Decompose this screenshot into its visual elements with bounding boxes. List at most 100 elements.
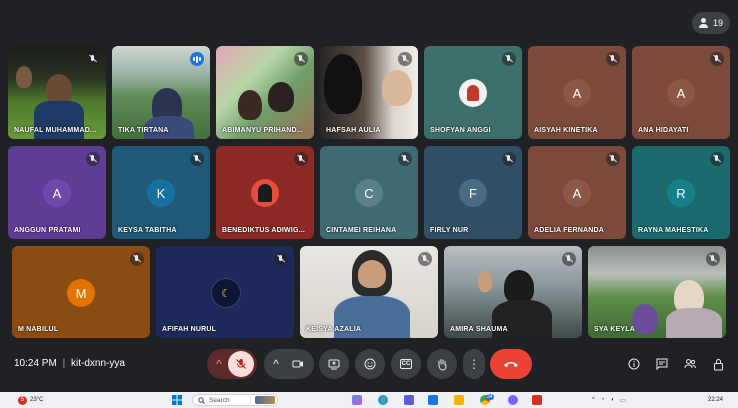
taskbar-search-box[interactable]: Search [192,394,278,406]
windows-icon [172,395,182,405]
participant-tile[interactable]: A AISYAH KINETIKA [528,46,626,139]
participant-letter-avatar: A [43,179,71,207]
profile-photo [258,184,272,202]
participant-name: ANGGUN PRATAMI [14,227,81,234]
participant-tile[interactable]: SHOFYAN ANGGI [424,46,522,139]
video-options-button[interactable]: ^ [267,358,285,370]
participant-letter-avatar: A [667,79,695,107]
mic-off-icon [294,52,308,66]
search-placeholder: Search [209,396,230,404]
separator: | [62,358,66,369]
mail-app-icon[interactable] [428,395,438,405]
participant-name: ADELIA FERNANDA [534,227,605,234]
mic-off-icon [86,152,100,166]
mic-off-icon [502,152,516,166]
participant-name: M NABILUL [18,326,59,333]
participant-hand [16,66,32,88]
participant-tile[interactable]: K KEYSA TABITHA [112,146,210,239]
participant-letter-avatar: M [67,279,95,307]
battery-icon: ▭ [620,397,626,404]
mic-off-icon [130,252,144,266]
audio-options-button[interactable]: ^ [210,358,228,370]
volume-icon: ◖ [610,397,615,403]
meeting-info-button[interactable] [626,356,642,372]
weather-widget[interactable]: 5 23°C [18,395,43,405]
people-icon [684,359,696,369]
participant-name: AFIFAH NURUL [162,326,217,333]
browser-app-icon[interactable] [378,395,388,405]
weather-badge: 5 [18,395,27,405]
participant-count: 19 [712,18,723,28]
present-button[interactable] [319,349,349,379]
participant-letter-avatar: A [563,79,591,107]
avatar-letter: K [156,185,166,201]
participant-tile-active-speaker[interactable]: TIKA TIRTANA [112,46,210,139]
mic-off-icon [606,152,620,166]
participant-tile[interactable]: HAFSAH AULIA [320,46,418,139]
copilot-app-icon[interactable] [352,395,362,405]
system-tray[interactable]: ^ ◔ ◖ ▭ [592,395,626,405]
participant-tile[interactable]: NAUFAL MUHAMMAD... [8,46,106,139]
participant-tile[interactable]: A ANA HIDAYATI [632,46,730,139]
participant-tile[interactable]: ABIMANYU PRIHAND... [216,46,314,139]
participant-name: KEYSA TABITHA [118,227,177,234]
participant-tile[interactable]: A ADELIA FERNANDA [528,146,626,239]
participant-tile[interactable]: KEISYA AZALIA [300,246,438,338]
more-options-button[interactable]: ⋮ [463,349,485,379]
speaking-indicator-icon [190,52,204,66]
chevron-up-icon: ^ [592,397,595,403]
participant-count-button[interactable]: 19 [692,12,730,34]
meeting-code: kit-dxnn-yya [70,358,125,369]
participant-name: NAUFAL MUHAMMAD... [14,127,97,134]
participant-tile[interactable]: R RAYNA MAHESTIKA [632,146,730,239]
end-call-icon [504,362,518,367]
weather-temperature: 23°C [30,397,44,403]
host-controls-button[interactable] [710,356,726,372]
mic-off-icon [274,252,288,266]
participant-tile[interactable]: A ANGGUN PRATAMI [8,146,106,239]
mic-toggle-button[interactable] [228,351,254,377]
people-button[interactable] [682,356,698,372]
teams-app-icon[interactable] [508,395,518,405]
participant-tile[interactable]: F FIRLY NUR [424,146,522,239]
participant-figure [46,74,72,104]
mic-off-icon [562,252,576,266]
participant-tile[interactable]: BENEDIKTUS ADIWIG... [216,146,314,239]
participant-tile[interactable]: ☾ AFIFAH NURUL [156,246,294,338]
chrome-app-icon[interactable]: 34 [480,394,494,405]
chat-button[interactable] [654,356,670,372]
mic-off-icon [236,359,246,369]
participant-figure [238,90,262,120]
participant-tile[interactable]: SYA KEYLA [588,246,726,338]
pdf-app-icon[interactable] [532,395,542,405]
avatar-letter: A [572,85,582,101]
participant-name: CINTAMEI REIHANA [326,227,397,234]
mic-off-icon [86,52,100,66]
emoji-icon [364,358,376,370]
participant-figure [358,260,386,288]
mic-off-icon [190,152,204,166]
store-app-icon[interactable] [404,395,414,405]
mic-off-icon [502,52,516,66]
raise-hand-button[interactable] [427,349,457,379]
files-app-icon[interactable] [454,395,464,405]
captions-button[interactable]: CC [391,349,421,379]
leave-call-button[interactable] [490,349,532,379]
camera-toggle-button[interactable] [285,351,311,377]
taskbar-clock[interactable]: 22:24 [708,395,723,405]
participant-tile[interactable]: C CINTAMEI REIHANA [320,146,418,239]
meeting-time: 10:24 PM [14,358,57,369]
avatar-letter: A [572,185,582,201]
emoji-button[interactable] [355,349,385,379]
start-button[interactable] [172,395,182,405]
audio-controls-group: ^ [207,349,257,379]
wifi-icon: ◔ [600,397,605,403]
participant-letter-avatar: C [355,179,383,207]
participant-tile[interactable]: M M NABILUL [12,246,150,338]
participant-tile[interactable]: AMIRA SHAUMA [444,246,582,338]
camera-icon [292,360,303,368]
avatar-letter: R [676,185,686,201]
participant-letter-avatar: A [563,179,591,207]
participant-figure [382,70,412,106]
participant-name: ANA HIDAYATI [638,127,689,134]
